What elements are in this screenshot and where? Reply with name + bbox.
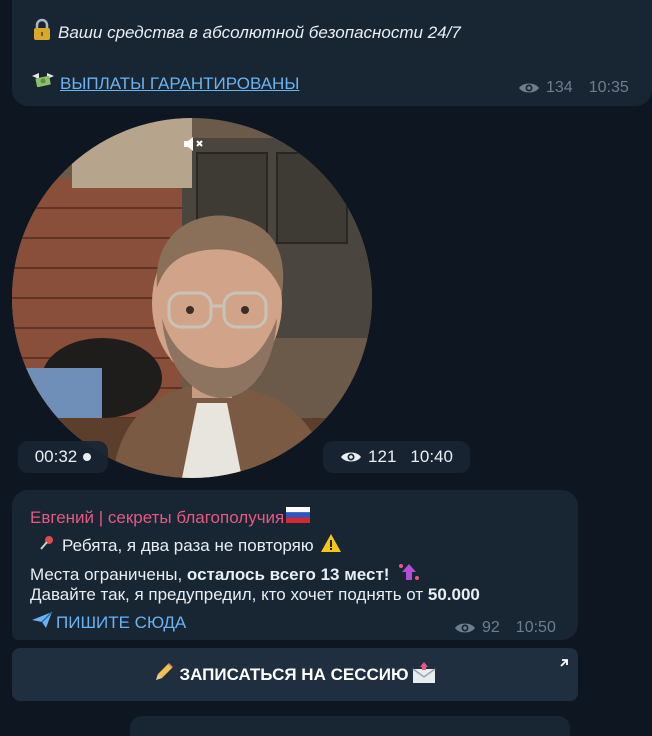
payouts-link[interactable]: ВЫПЛАТЫ ГАРАНТИРОВАНЫ — [60, 74, 299, 94]
warning-icon — [320, 533, 342, 558]
message-2-meta: 92 10:50 — [454, 619, 556, 637]
message-time: 10:40 — [410, 447, 453, 466]
video-meta-badge: 121 10:40 — [323, 441, 470, 473]
views-count: 92 — [482, 619, 500, 636]
write-here-icon — [30, 610, 54, 635]
book-session-button[interactable]: ЗАПИСАТЬСЯ НА СЕССИЮ — [12, 648, 578, 701]
views-eye-icon — [454, 621, 476, 635]
envelope-arrow-icon — [411, 660, 437, 689]
video-note[interactable] — [12, 118, 372, 478]
message-1-meta: 134 10:35 — [518, 79, 629, 97]
views-count: 121 — [368, 447, 397, 466]
unplayed-dot-icon — [83, 453, 92, 461]
pushpin-icon — [38, 534, 56, 557]
line3-bold: 50.000 — [427, 585, 480, 604]
line2-prefix: Места ограничены, — [30, 564, 187, 584]
message-line-4: ПИШИТЕ СЮДА — [30, 610, 186, 635]
views-count: 134 — [546, 79, 573, 96]
pencil-icon — [153, 661, 175, 688]
lock-icon — [30, 18, 54, 47]
video-frame — [12, 118, 372, 478]
security-text: Ваши средства в абсолютной безопасности … — [58, 22, 461, 42]
message-time: 10:35 — [588, 79, 629, 96]
write-here-link[interactable]: ПИШИТЕ СЮДА — [56, 613, 186, 633]
line2-bold: осталось всего 13 мест! — [186, 564, 390, 584]
message-line-3: Давайте так, я предупредил, кто хочет по… — [30, 585, 480, 605]
message-time: 10:50 — [515, 619, 556, 636]
muted-speaker-icon[interactable] — [182, 134, 206, 154]
message-line-security: Ваши средства в абсолютной безопасности … — [30, 18, 461, 47]
video-duration-badge: 00:32 — [18, 441, 108, 473]
book-session-label: ЗАПИСАТЬСЯ НА СЕССИЮ — [179, 664, 409, 684]
money-wings-icon — [30, 70, 56, 97]
open-link-arrow-icon — [558, 654, 570, 667]
views-eye-icon — [340, 450, 362, 464]
next-message-bubble — [130, 716, 570, 736]
author-name-text: Евгений | секреты благополучия — [30, 507, 285, 527]
message-line-1: Ребята, я два раза не повторяю — [38, 533, 342, 558]
author-name[interactable]: Евгений | секреты благополучия — [30, 507, 311, 528]
video-duration: 00:32 — [34, 447, 78, 466]
line1-text: Ребята, я два раза не повторяю — [62, 535, 314, 555]
line3-prefix: Давайте так, я предупредил, кто хочет по… — [30, 585, 428, 604]
views-eye-icon — [518, 81, 540, 95]
message-line-payouts: ВЫПЛАТЫ ГАРАНТИРОВАНЫ — [30, 70, 299, 97]
russia-flag-icon — [286, 507, 311, 528]
